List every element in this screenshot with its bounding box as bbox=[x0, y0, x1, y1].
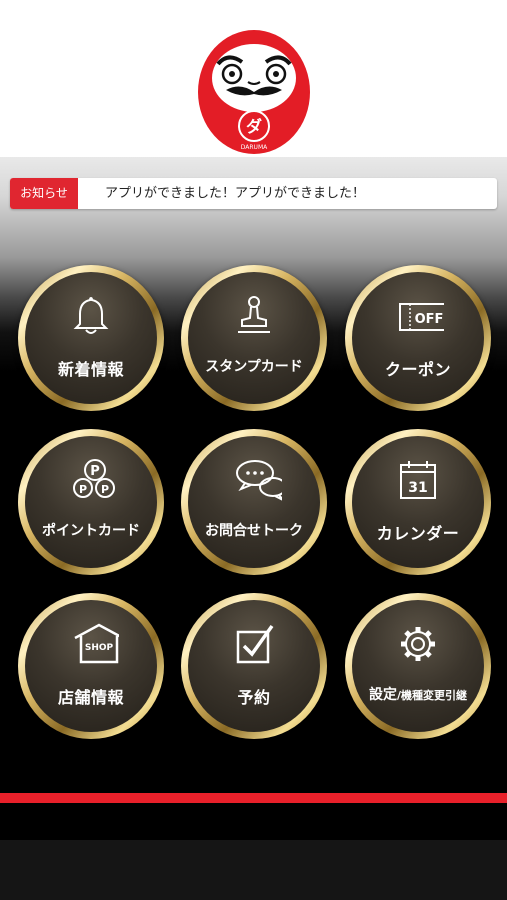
gear-icon bbox=[401, 627, 435, 661]
settings-label-sub: /機種変更引継 bbox=[396, 689, 468, 702]
header: ダ DARUMA bbox=[0, 0, 507, 157]
menu-label-point-card: ポイントカード bbox=[42, 523, 140, 539]
calendar-icon: 31 bbox=[400, 461, 436, 499]
menu-label-news: 新着情報 bbox=[57, 360, 124, 379]
daruma-logo: ダ DARUMA bbox=[198, 30, 310, 154]
menu-button-point-card[interactable]: P P P ポイントカード bbox=[18, 429, 164, 575]
coupon-off-text: OFF bbox=[415, 312, 444, 327]
points-p-1: P bbox=[90, 464, 100, 479]
menu-button-stamp-card[interactable]: スタンプカード bbox=[181, 265, 327, 411]
chat-bubbles-icon bbox=[236, 460, 282, 501]
main-area: お知らせ アプリができました！アプリができました！ 新着情報 スタンプカード O… bbox=[0, 157, 507, 793]
shop-text: SHOP bbox=[85, 643, 114, 653]
menu-button-news[interactable]: 新着情報 bbox=[18, 265, 164, 411]
menu-button-reservation[interactable]: 予約 bbox=[181, 593, 327, 739]
coupon-off-icon: OFF bbox=[399, 303, 444, 331]
shop-icon: SHOP bbox=[74, 623, 119, 664]
stamp-icon bbox=[238, 296, 270, 333]
menu-button-coupon[interactable]: OFF クーポン bbox=[345, 265, 491, 411]
menu-button-calendar[interactable]: 31 カレンダー bbox=[345, 429, 491, 575]
footer-band bbox=[0, 840, 507, 900]
menu-label-settings: 設定/機種変更引継 bbox=[352, 684, 484, 704]
logo-text: DARUMA bbox=[241, 144, 268, 151]
points-icon: P P P bbox=[73, 459, 115, 498]
calendar-day: 31 bbox=[408, 480, 427, 496]
menu-label-calendar: カレンダー bbox=[376, 524, 460, 543]
points-p-3: P bbox=[101, 483, 109, 496]
checkbox-icon bbox=[236, 624, 274, 664]
menu-button-store-info[interactable]: SHOP 店舗情報 bbox=[18, 593, 164, 739]
settings-label-main: 設定 bbox=[368, 687, 397, 703]
menu-button-settings[interactable]: 設定/機種変更引継 bbox=[345, 593, 491, 739]
bell-icon bbox=[73, 296, 109, 334]
logo-glyph: ダ bbox=[246, 117, 262, 136]
menu-label-coupon: クーポン bbox=[384, 360, 451, 379]
menu-grid: 新着情報 スタンプカード OFF クーポン P P P ポイントカード お問合せ… bbox=[0, 157, 507, 793]
menu-label-store-info: 店舗情報 bbox=[57, 688, 124, 707]
menu-label-reservation: 予約 bbox=[237, 688, 271, 707]
menu-label-contact-talk: お問合せトーク bbox=[205, 523, 303, 539]
points-p-2: P bbox=[79, 483, 87, 496]
footer-accent-bar bbox=[0, 793, 507, 803]
menu-button-contact-talk[interactable]: お問合せトーク bbox=[181, 429, 327, 575]
footer bbox=[0, 803, 507, 900]
menu-label-stamp-card: スタンプカード bbox=[205, 359, 303, 375]
